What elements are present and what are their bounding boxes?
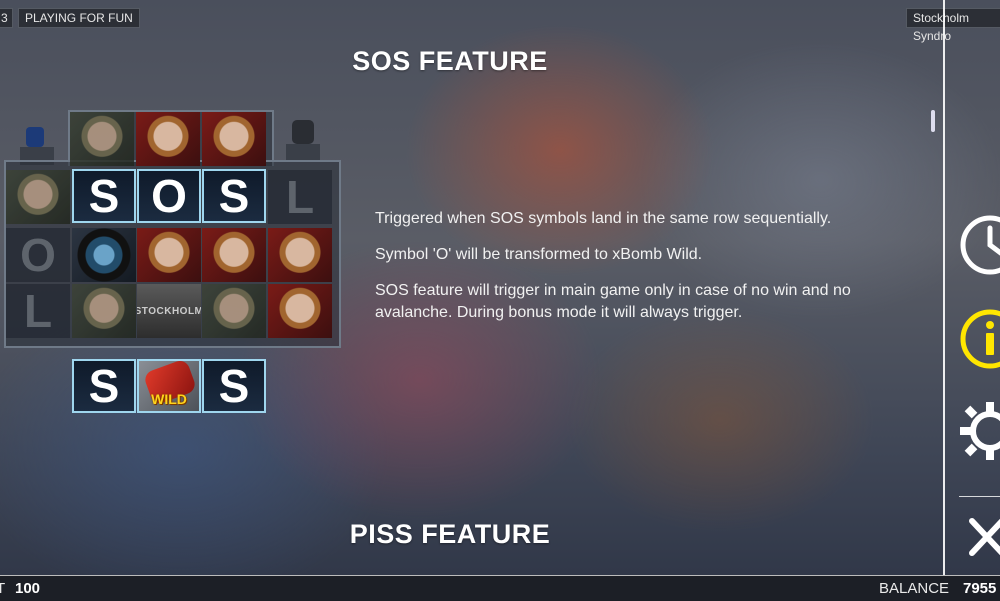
sos-symbol-o: O [137, 169, 201, 223]
bet-label: T [0, 580, 6, 597]
clock-icon[interactable] [958, 214, 1000, 281]
stockholm-logo-symbol: STOCKHOLM [137, 284, 201, 338]
top-left-fragment-badge: 3 [0, 8, 13, 28]
sos-feature-description: Triggered when SOS symbols land in the s… [375, 208, 905, 338]
description-paragraph: Triggered when SOS symbols land in the s… [375, 210, 832, 227]
xbomb-wild-symbol: WILD [137, 359, 201, 413]
gear-icon[interactable] [958, 400, 1000, 467]
balance-value: 7955 [963, 580, 997, 597]
symbol-hostage-green [202, 284, 266, 338]
description-paragraph: Symbol 'O' will be transformed to xBomb … [375, 246, 703, 263]
symbol-robber-red [136, 112, 200, 166]
wild-label: WILD [151, 391, 187, 407]
sidebar [943, 0, 1000, 575]
symbol-robber-red [202, 228, 266, 282]
symbol-hostage-green [72, 284, 136, 338]
sos-symbol-s: S [72, 169, 136, 223]
dim-symbol-o: O [6, 228, 70, 282]
symbol-camera-lens [72, 228, 136, 282]
description-paragraph: SOS feature will trigger in main game on… [375, 282, 851, 321]
scrollbar-thumb[interactable] [931, 110, 935, 132]
symbol-robber-red [268, 284, 332, 338]
symbol-robber-red [202, 112, 266, 166]
bottom-status-bar: T 100 BALANCE 7955 [0, 575, 1000, 601]
balance-label: BALANCE [879, 580, 950, 597]
result-symbol-s: S [202, 359, 266, 413]
bet-value: 100 [15, 580, 41, 597]
sidebar-divider [959, 496, 1000, 497]
sos-symbol-s: S [202, 169, 266, 223]
siren-lamp-right [280, 118, 324, 162]
symbol-hostage-green [70, 112, 134, 166]
info-icon[interactable] [958, 308, 1000, 375]
close-icon[interactable] [958, 515, 1000, 564]
playing-for-fun-badge: PLAYING FOR FUN [18, 8, 140, 28]
symbol-robber-red [268, 228, 332, 282]
dim-symbol-l: L [6, 284, 70, 338]
result-symbol-s: S [72, 359, 136, 413]
symbol-hostage-green [6, 170, 70, 224]
piss-feature-title: PISS FEATURE [349, 519, 551, 549]
symbol-robber-red [137, 228, 201, 282]
sos-feature-title: SOS FEATURE [352, 46, 548, 76]
dim-symbol-l: L [268, 170, 332, 224]
